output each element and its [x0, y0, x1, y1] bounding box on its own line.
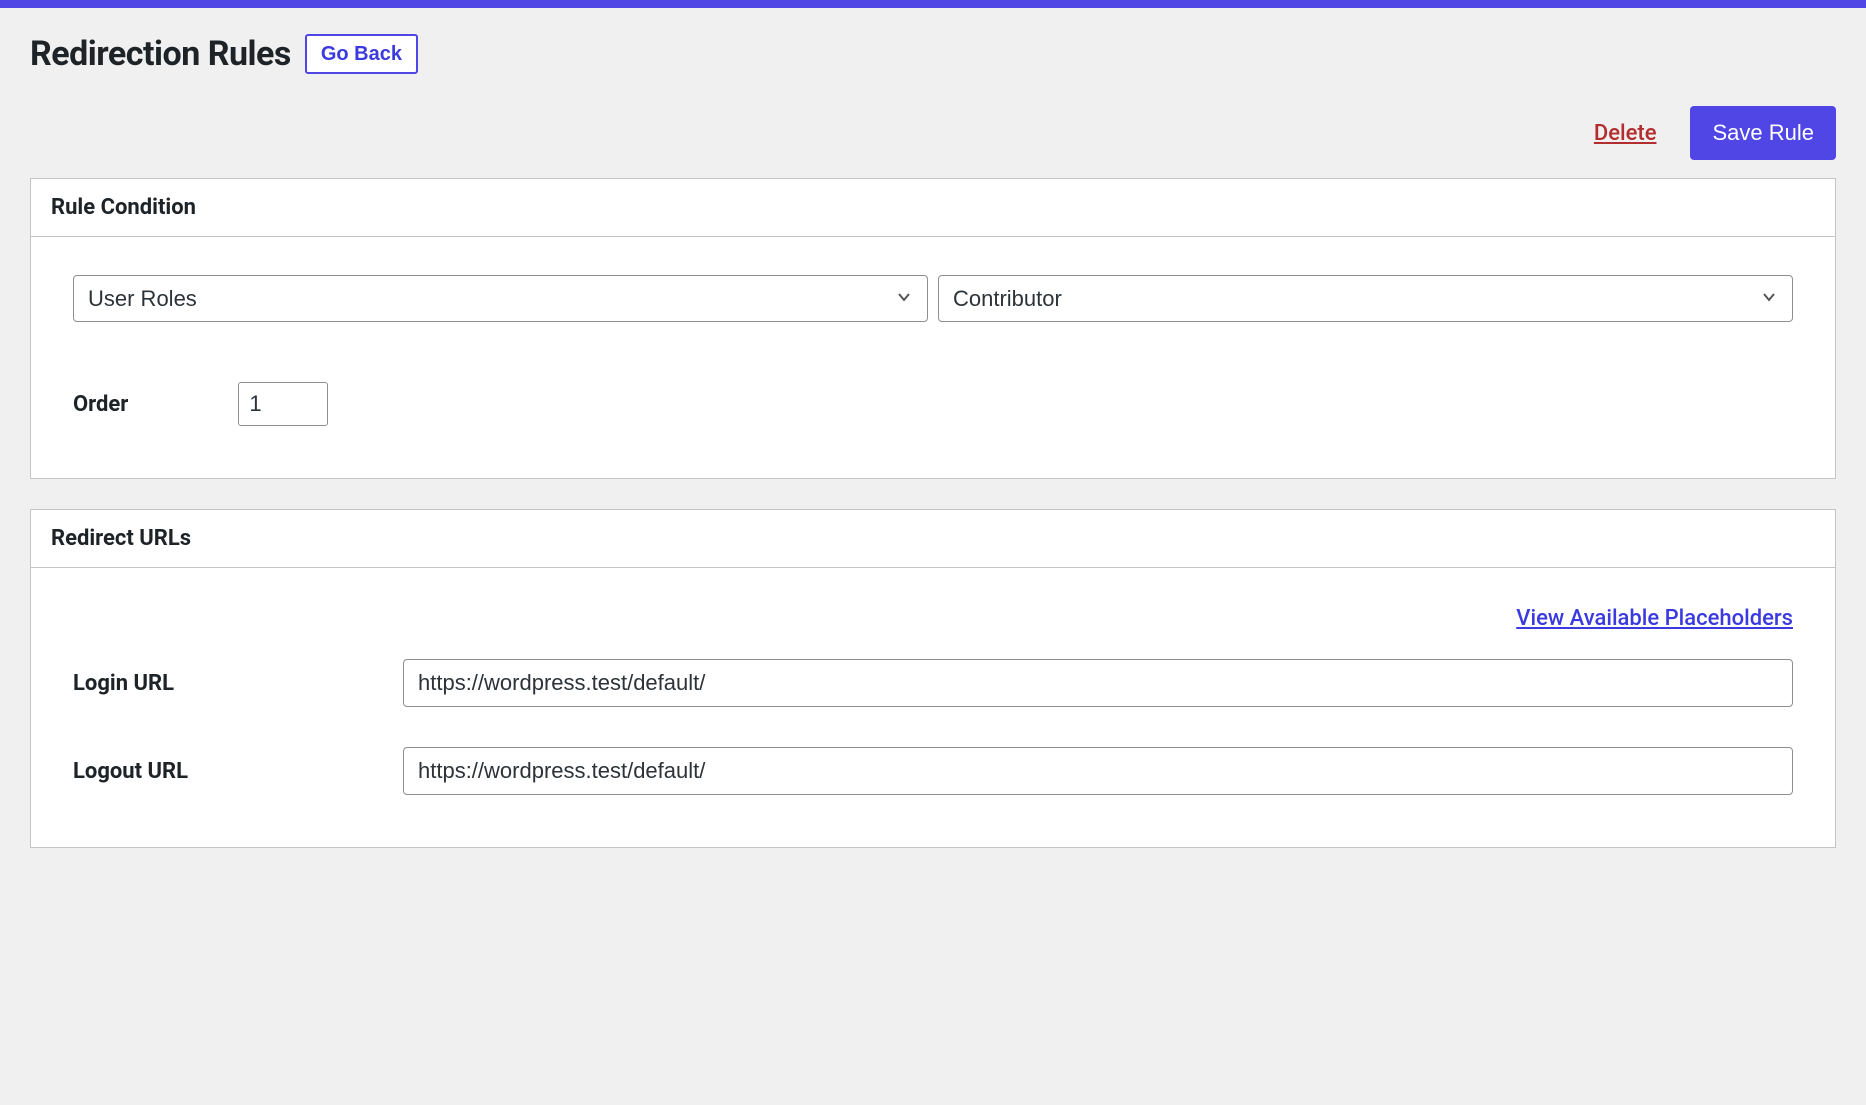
redirect-urls-heading: Redirect URLs: [31, 510, 1835, 568]
condition-value-select[interactable]: Contributor: [938, 275, 1793, 322]
condition-type-select[interactable]: User Roles: [73, 275, 928, 322]
page-title: Redirection Rules: [30, 34, 291, 74]
page-header: Redirection Rules Go Back: [30, 34, 1836, 74]
condition-type-select-wrap: User Roles: [73, 275, 928, 322]
placeholders-row: View Available Placeholders: [73, 606, 1793, 631]
rule-condition-heading: Rule Condition: [31, 179, 1835, 237]
redirect-urls-panel: Redirect URLs View Available Placeholder…: [30, 509, 1836, 848]
delete-link[interactable]: Delete: [1594, 121, 1657, 146]
rule-condition-panel: Rule Condition User Roles Contributor: [30, 178, 1836, 479]
save-rule-button[interactable]: Save Rule: [1690, 106, 1836, 160]
order-row: Order: [73, 382, 1793, 426]
top-accent-bar: [0, 0, 1866, 8]
order-label: Order: [73, 392, 128, 417]
go-back-button[interactable]: Go Back: [305, 34, 418, 74]
page-wrap: Redirection Rules Go Back Delete Save Ru…: [0, 8, 1866, 908]
logout-url-row: Logout URL: [73, 747, 1793, 795]
condition-value-select-wrap: Contributor: [938, 275, 1793, 322]
action-bar: Delete Save Rule: [30, 106, 1836, 160]
logout-url-input[interactable]: [403, 747, 1793, 795]
condition-selects-row: User Roles Contributor: [73, 275, 1793, 322]
redirect-urls-body: View Available Placeholders Login URL Lo…: [31, 568, 1835, 847]
logout-url-label: Logout URL: [73, 759, 403, 784]
login-url-row: Login URL: [73, 659, 1793, 707]
rule-condition-body: User Roles Contributor Order: [31, 237, 1835, 478]
login-url-label: Login URL: [73, 671, 403, 696]
order-input[interactable]: [238, 382, 328, 426]
view-placeholders-link[interactable]: View Available Placeholders: [1516, 606, 1793, 631]
login-url-input[interactable]: [403, 659, 1793, 707]
